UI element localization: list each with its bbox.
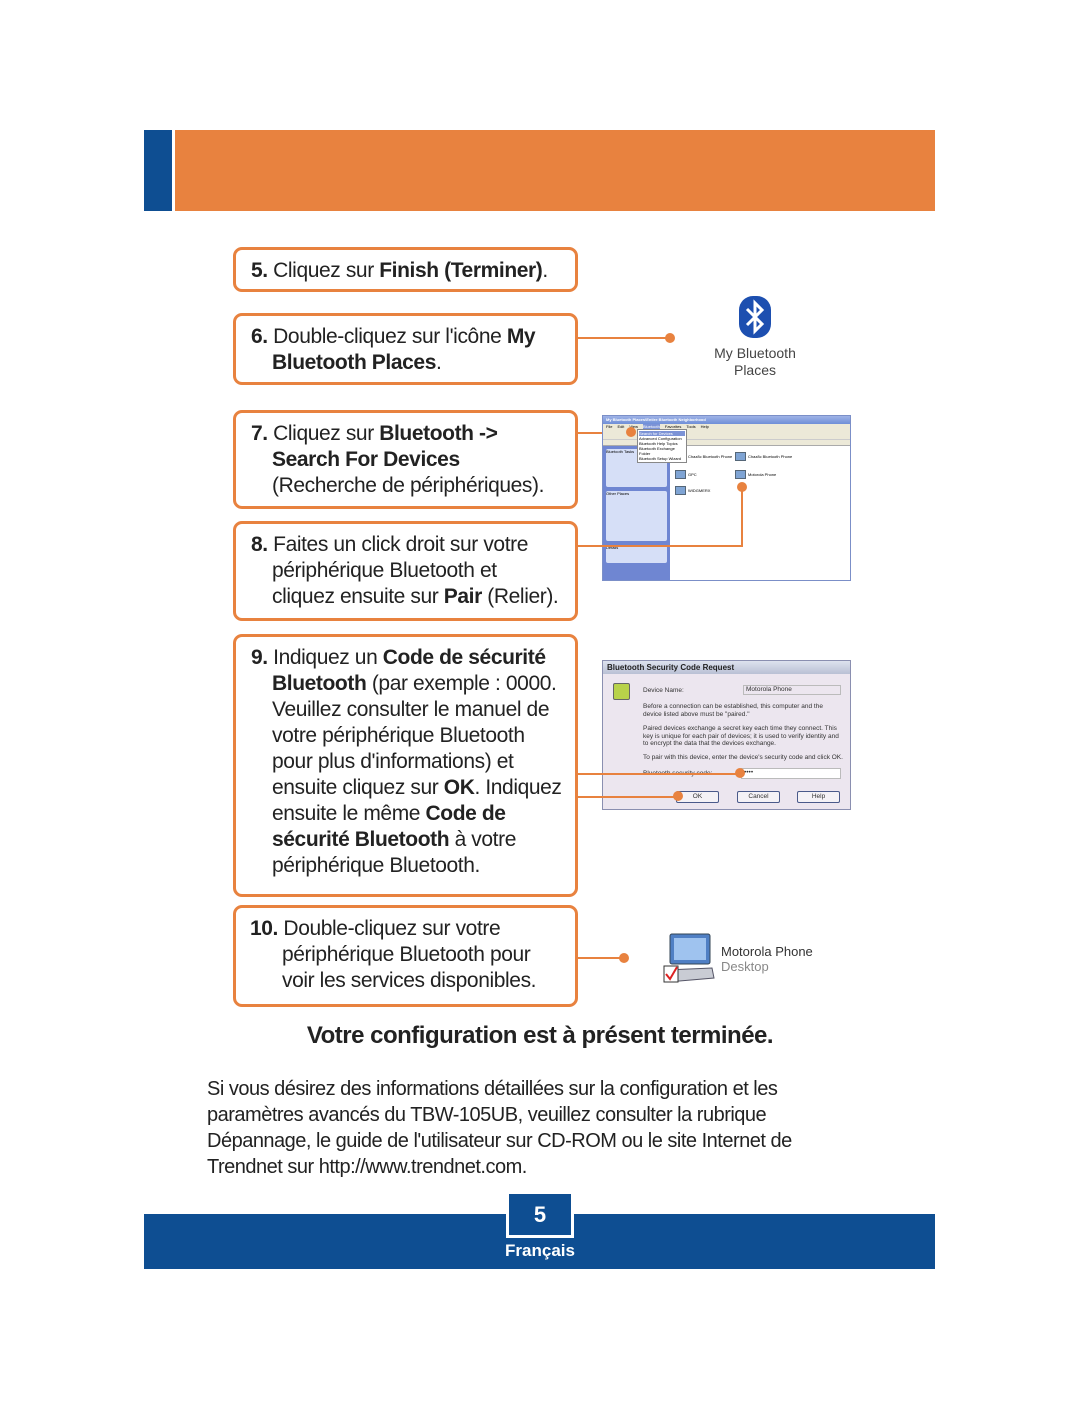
device-item: GPC	[675, 470, 697, 479]
menu-item[interactable]: File	[606, 424, 612, 430]
step-text-bold: Pair	[443, 585, 482, 608]
task-pane: Bluetooth Tasks Other Places Details	[603, 446, 670, 580]
step-text-bold: OK	[443, 776, 475, 799]
connector-dot	[737, 482, 747, 492]
device-name: Motorola Phone	[721, 944, 813, 959]
menu-item[interactable]: Tools	[686, 424, 695, 430]
connector-line	[578, 773, 740, 775]
connector-dot	[619, 953, 629, 963]
step-number: 8.	[251, 533, 268, 556]
dialog-text: To pair with this device, enter the devi…	[643, 754, 843, 761]
device-item: Motorola Phone	[735, 470, 776, 479]
bluetooth-menu-dropdown: Search for Devices Advanced Configuration…	[637, 429, 687, 463]
connector-dot	[735, 768, 745, 778]
info-paragraph: Si vous désirez des informations détaill…	[207, 1078, 792, 1178]
page-number: 5	[506, 1191, 574, 1238]
dialog-text: Paired devices exchange a secret key eac…	[643, 725, 839, 747]
step-text: Cliquez sur	[267, 259, 380, 282]
connector-dot	[665, 333, 675, 343]
step-number: 7.	[251, 422, 268, 445]
dialog-title: Bluetooth Security Code Request	[603, 661, 850, 674]
desktop-device-icon[interactable]	[662, 930, 717, 985]
connector-dot	[673, 791, 683, 801]
device-label[interactable]: Motorola Phone Desktop	[721, 944, 813, 974]
connector-line	[578, 337, 670, 339]
step-text: .	[542, 259, 548, 282]
step-text: Double-cliquez sur l'icône	[267, 325, 507, 348]
step-text: (Relier).	[481, 585, 559, 608]
device-item: Chaz8c Bluetooth Phone	[735, 452, 792, 461]
step-7: 7. Cliquez sur Bluetooth -> Search For D…	[233, 410, 578, 509]
step-5: 5. Cliquez sur Finish (Terminer).	[233, 247, 578, 292]
step-8: 8. Faites un click droit sur votre périp…	[233, 521, 578, 621]
menu-item[interactable]: Edit	[617, 424, 624, 430]
language-label: Français	[505, 1241, 575, 1260]
step-text: Double-cliquez sur votre périphérique Bl…	[278, 917, 537, 992]
panel: Details	[606, 545, 667, 563]
security-code-dialog-screenshot: Bluetooth Security Code Request Device N…	[602, 660, 851, 810]
header-bar	[144, 130, 935, 211]
my-bluetooth-places-label[interactable]: My Bluetooth Places	[700, 345, 810, 379]
device-item: WIDGMERX	[675, 486, 710, 495]
explorer-window-screenshot: My Bluetooth Places\Entire Bluetooth Nei…	[602, 415, 851, 581]
completion-heading: Votre configuration est à présent termin…	[306, 1022, 774, 1049]
connector-line	[578, 796, 678, 798]
connector-line	[578, 957, 623, 959]
step-text: Cliquez sur	[267, 422, 380, 445]
step-number: 10.	[250, 917, 278, 940]
connector-line	[578, 545, 743, 547]
device-name-field: Motorola Phone	[743, 685, 841, 695]
help-button[interactable]: Help	[797, 791, 840, 803]
connector-line	[741, 487, 743, 547]
step-text: Indiquez un	[267, 646, 383, 669]
window-title: My Bluetooth Places\Entire Bluetooth Nei…	[603, 416, 850, 424]
step-number: 5.	[251, 259, 268, 282]
step-text: (Recherche de périphériques).	[272, 474, 545, 497]
security-code-input[interactable]: ••••	[741, 768, 841, 779]
step-number: 6.	[251, 325, 268, 348]
cancel-button[interactable]: Cancel	[737, 791, 780, 803]
step-10: 10. Double-cliquez sur votre périphériqu…	[233, 905, 578, 1007]
connector-dot	[626, 427, 636, 437]
step-9: 9. Indiquez un Code de sécurité Bluetoot…	[233, 634, 578, 897]
step-text: .	[435, 351, 442, 374]
device-name-label: Device Name:	[643, 687, 684, 694]
device-type: Desktop	[721, 959, 769, 974]
dropdown-item[interactable]: Bluetooth Setup Wizard	[639, 456, 685, 461]
dropdown-item[interactable]: Bluetooth Exchange Folder	[639, 446, 685, 456]
step-number: 9.	[251, 646, 268, 669]
header-accent-block	[144, 130, 175, 211]
lock-icon	[613, 683, 630, 700]
dialog-text: Before a connection can be established, …	[643, 703, 823, 718]
menu-item[interactable]: Help	[701, 424, 709, 430]
panel: Other Places	[606, 491, 667, 541]
step-text-bold: Finish (Terminer)	[379, 259, 543, 282]
bluetooth-icon[interactable]	[737, 295, 773, 339]
step-6: 6. Double-cliquez sur l'icône My Bluetoo…	[233, 313, 578, 385]
